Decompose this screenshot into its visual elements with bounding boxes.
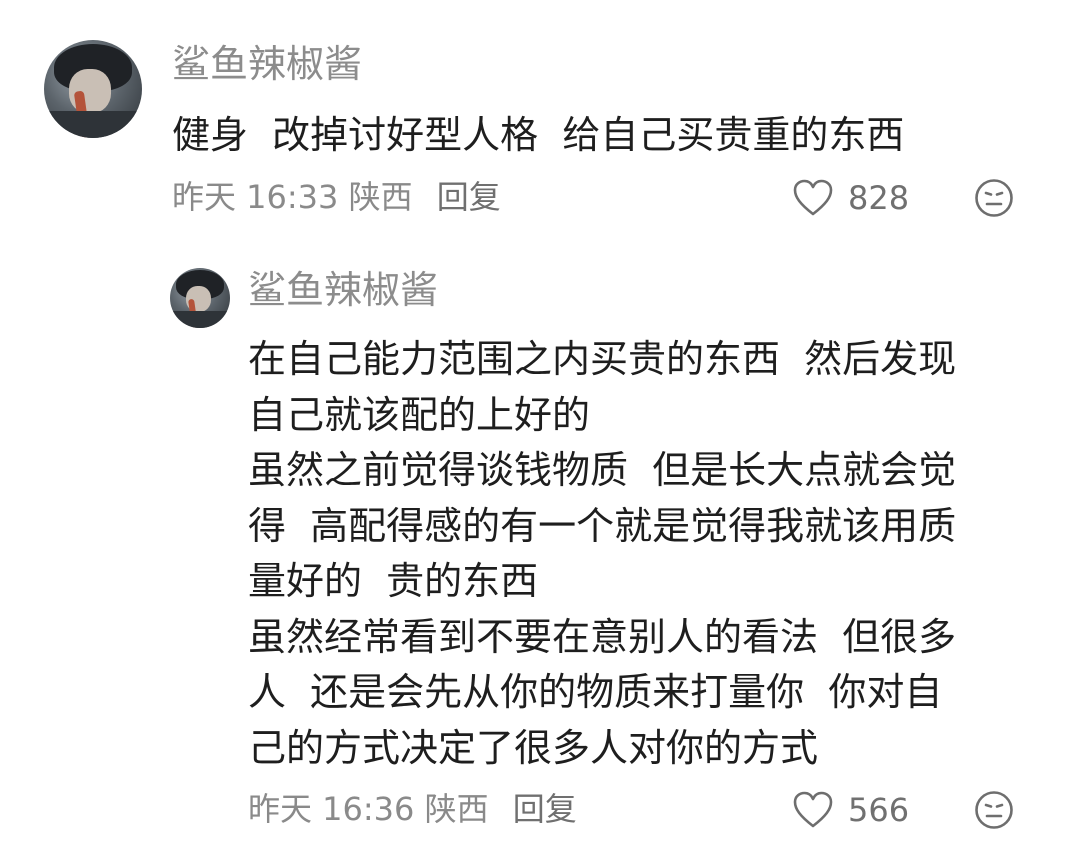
comment-line: 量好的 贵的东西	[248, 559, 539, 603]
avatar[interactable]	[44, 40, 142, 138]
heart-icon	[793, 179, 833, 216]
comment-text: 健身 改掉讨好型人格 给自己买贵重的东西	[172, 113, 905, 157]
timestamp: 昨天 16:33	[172, 178, 339, 216]
location: 陕西	[348, 178, 413, 216]
comment-line: 虽然经常看到不要在意别人的看法 但很多	[248, 614, 957, 659]
comment-line: 人 还是会先从你的物质来打量你 你对自	[248, 670, 943, 714]
username[interactable]: 鲨鱼辣椒酱	[248, 266, 438, 314]
timestamp: 昨天 16:36	[248, 790, 415, 828]
avatar[interactable]	[170, 268, 230, 328]
reply-button[interactable]: 回复	[437, 178, 501, 216]
reply-button[interactable]: 回复	[513, 790, 577, 828]
neutral-face-icon	[975, 179, 1013, 217]
location: 陕西	[424, 790, 489, 828]
like-count: 828	[848, 179, 910, 217]
comment-line: 得 高配得感的有一个就是觉得我就该用质	[248, 503, 957, 548]
comment-line: 己的方式决定了很多人对你的方式	[248, 725, 819, 770]
dislike-button[interactable]	[974, 178, 1014, 222]
dislike-button[interactable]	[974, 790, 1014, 834]
username[interactable]: 鲨鱼辣椒酱	[172, 40, 362, 88]
comment-text: 在自己能力范围之内买贵的东西 然后发现 自己就该配的上好的 虽然之前觉得谈钱物质…	[248, 332, 956, 776]
comment-line: 虽然之前觉得谈钱物质 但是长大点就会觉	[248, 448, 957, 492]
comment-line: 自己就该配的上好的	[248, 392, 591, 437]
like-button[interactable]: 566	[792, 788, 909, 832]
heart-icon	[793, 791, 833, 828]
comment-meta: 昨天 16:36 陕西 回复	[248, 788, 577, 830]
neutral-face-icon	[975, 791, 1013, 829]
like-button[interactable]: 828	[792, 176, 909, 220]
like-count: 566	[848, 791, 910, 829]
comment-line: 在自己能力范围之内买贵的东西 然后发现	[248, 337, 957, 381]
comment-meta: 昨天 16:33 陕西 回复	[172, 176, 501, 218]
